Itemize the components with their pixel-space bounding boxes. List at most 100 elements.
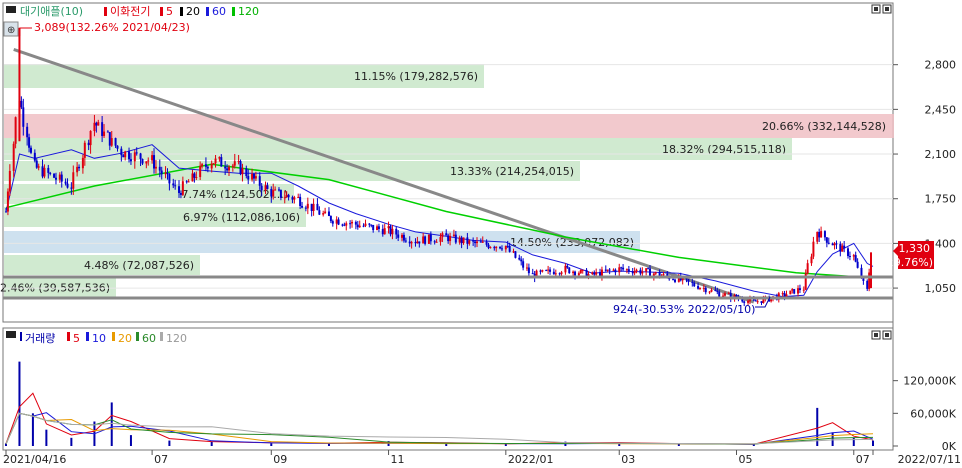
candle-body (187, 181, 190, 183)
candle-body (95, 122, 98, 126)
candle-body (564, 265, 567, 273)
price-tick-label: 2,800 (925, 59, 957, 72)
volume-profile-bar (4, 114, 894, 138)
candle-body (158, 166, 161, 171)
candle-body (410, 242, 413, 244)
stock-chart: 11.15% (179,282,576) 20.66% (332,144,528)… (0, 2, 961, 466)
candle-body (233, 161, 236, 166)
candle-body (797, 288, 800, 294)
candle-body (760, 301, 763, 303)
candle-body (839, 243, 842, 252)
candle-body (5, 211, 7, 213)
candle-body (322, 213, 325, 215)
candle-body (224, 166, 227, 169)
candle-body (416, 241, 419, 244)
candle-body (191, 173, 194, 182)
candle-body (33, 152, 36, 161)
legend-swatch-ma5 (160, 7, 163, 16)
candle-body (285, 194, 288, 198)
legend-ma120: 120 (238, 5, 259, 18)
candle-body (299, 196, 302, 207)
legend-swatch-price (104, 7, 107, 16)
candle-body (649, 268, 652, 277)
candle-body (227, 166, 230, 171)
candle-body (153, 155, 156, 169)
candle-body (866, 280, 869, 289)
candle-body (103, 131, 106, 136)
candle-body (368, 223, 371, 225)
candle-body (81, 157, 84, 169)
legend-swatch-ma120 (232, 7, 235, 16)
candle-body (147, 160, 150, 162)
candle-body (245, 168, 248, 176)
candle-body (447, 235, 450, 242)
candle-body (449, 235, 452, 242)
candle-body (87, 142, 90, 146)
candle-body (458, 237, 461, 243)
panel-menu-icon[interactable] (6, 6, 16, 13)
candle-body (114, 138, 117, 146)
candle-body (43, 167, 46, 177)
current-price: 1,330 (899, 242, 931, 255)
candle-body (260, 185, 263, 191)
candle-body (600, 269, 603, 277)
candle-body (304, 207, 307, 209)
candle-body (472, 240, 475, 242)
candle-body (12, 143, 15, 171)
candle-body (614, 269, 617, 273)
legend-v10: 10 (92, 332, 106, 345)
candle-body (120, 148, 123, 156)
candle-body (310, 203, 313, 212)
candle-body (627, 269, 630, 272)
candle-body (53, 173, 56, 178)
candle-body (591, 272, 594, 275)
candle-body (258, 176, 261, 186)
volume-bar (110, 402, 113, 446)
candle-body (468, 240, 471, 244)
x-tick-label: 2022/07/11 (898, 453, 961, 466)
candle-body (70, 187, 73, 189)
x-axis: 2021/04/16 07 09 11 2022/01 03 05 07 2022/07/11 (3, 450, 961, 466)
candle-body (474, 241, 477, 244)
candle-body (647, 268, 650, 270)
x-tick-label: 2021/04/16 (3, 453, 66, 466)
volume-bar (18, 361, 21, 446)
candle-body (387, 226, 390, 229)
candle-body (427, 234, 430, 244)
candle-body (581, 269, 584, 271)
volume-bar (852, 437, 855, 446)
candle-body (41, 166, 44, 177)
candle-body (270, 188, 273, 197)
candle-body (433, 241, 436, 243)
candle-body (608, 269, 611, 271)
candle-body (395, 228, 398, 235)
legend-v60: 60 (142, 332, 156, 345)
candle-body (204, 164, 207, 167)
candle-body (291, 197, 294, 200)
candle-body (166, 172, 169, 174)
candle-body (251, 173, 254, 180)
legend-ma60: 60 (212, 5, 226, 18)
candle-body (212, 163, 215, 165)
candle-body (547, 269, 550, 271)
candle-body (531, 273, 534, 275)
candle-body (391, 228, 394, 235)
volume-menu-icon[interactable] (6, 331, 16, 338)
candle-body (789, 290, 792, 295)
candle-body (168, 173, 171, 184)
candle-body (193, 173, 196, 178)
candle-body (639, 269, 642, 274)
candle-body (76, 166, 79, 173)
x-tick-label: 07 (856, 453, 870, 466)
candle-body (335, 219, 338, 224)
volume-close-icon-inner (885, 333, 889, 337)
candle-body (239, 161, 242, 175)
legend-v20: 20 (118, 332, 132, 345)
candle-body (20, 100, 23, 108)
candle-body (697, 286, 700, 289)
legend-price-label: 이화전기 (110, 5, 150, 18)
candle-body (518, 257, 521, 260)
candle-body (318, 210, 321, 215)
candle-body (49, 172, 52, 174)
candle-body (356, 224, 359, 228)
